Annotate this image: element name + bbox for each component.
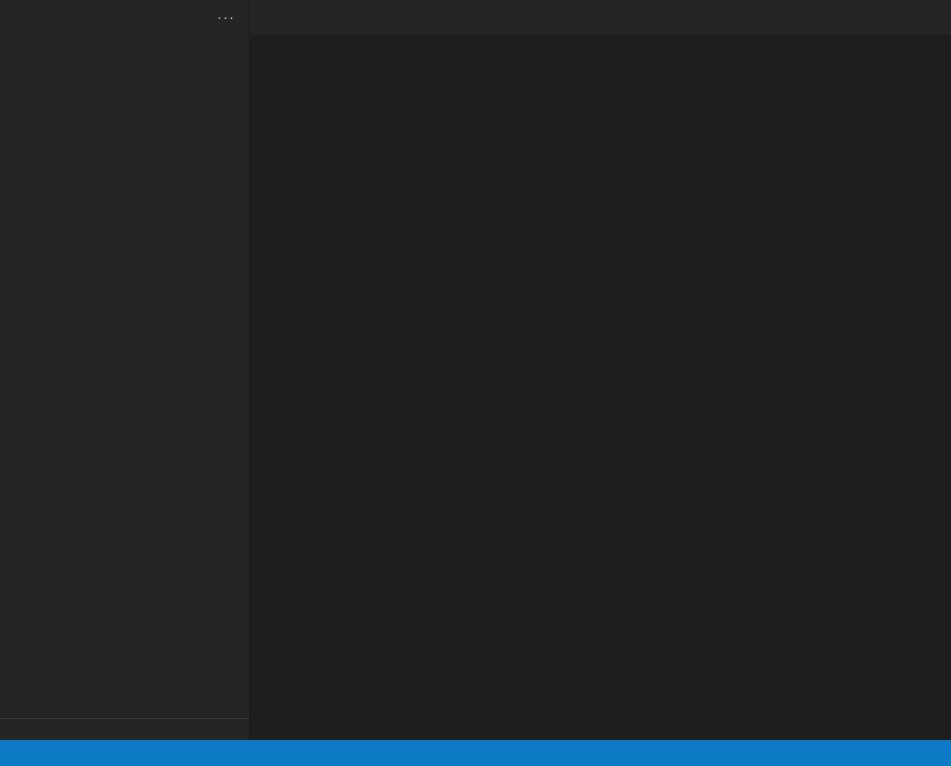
outline-section-header[interactable]	[0, 718, 249, 740]
chevron-right-icon	[4, 722, 20, 738]
vscode-window: ···	[0, 0, 951, 766]
code-editor[interactable]	[250, 57, 951, 740]
tab-bar	[250, 0, 951, 35]
explorer-header: ···	[0, 0, 249, 35]
breadcrumb	[250, 35, 951, 57]
explorer-more-actions-icon[interactable]: ···	[217, 9, 235, 26]
editor-area	[250, 0, 951, 740]
minimap[interactable]	[872, 57, 941, 740]
explorer-sidebar: ···	[0, 0, 250, 740]
chevron-down-icon	[6, 39, 22, 55]
workspace-section-header[interactable]	[0, 35, 249, 59]
status-bar	[0, 740, 951, 766]
